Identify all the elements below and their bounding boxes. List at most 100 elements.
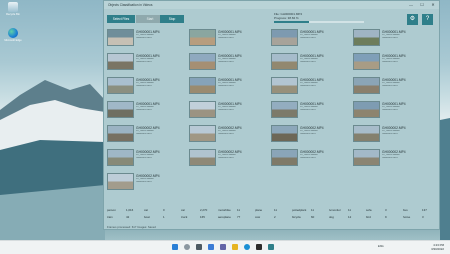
video-path-file: GH000001.MP4 — [382, 84, 398, 87]
taskbar-clock[interactable]: 4:23 PM 3/30/2022 — [431, 243, 444, 251]
stat-label: tvmonitor — [329, 208, 341, 212]
stat-value: 11 — [348, 208, 352, 212]
widgets-icon[interactable] — [208, 244, 214, 250]
video-item[interactable]: GH000001.MP4 D:\_GoPro videos\ GH000001.MP… — [353, 53, 433, 70]
gear-icon: ⚙ — [409, 16, 416, 22]
video-path-file: GH000002.MP4 — [382, 156, 398, 159]
close-button[interactable]: ✕ — [428, 2, 438, 8]
video-meta: GH000001.MP4 D:\_GoPro videos\ GH000001.MP… — [300, 78, 350, 88]
video-item[interactable]: GH000001.MP4 D:\_GoPro videos\ GH000001.MP… — [189, 77, 269, 94]
video-item[interactable]: GH000001.MP4 D:\_GoPro videos\ GH000001.MP… — [107, 77, 187, 94]
video-item[interactable]: GH000001.MP4 D:\_GoPro videos\ GH000001.MP… — [271, 77, 351, 94]
video-thumbnail — [189, 101, 216, 118]
app-taskbar-icon[interactable] — [268, 244, 274, 250]
object-counts-panel: person 1,016 cat 0 car 2,270 motorbike 11 plane 1… — [107, 208, 437, 224]
question-icon: ? — [425, 16, 430, 22]
video-thumbnail — [271, 77, 298, 94]
desktop-icon-recycle-bin[interactable]: Recycle Bin — [1, 2, 25, 16]
video-item[interactable]: GH000001.MP4 D:\_GoPro videos\ GH000001.MP… — [189, 29, 269, 46]
progress-bar — [274, 21, 364, 23]
stat-label: plane — [255, 208, 263, 212]
video-item[interactable]: GH000002.MP4 D:\_GoPro videos\ GH000002.MP… — [271, 125, 351, 142]
video-path-file: GH000002.MP4 — [382, 132, 398, 135]
video-meta: GH000001.MP4 D:\_GoPro videos\ GH000001.MP… — [218, 102, 268, 112]
video-item[interactable]: GH000001.MP4 D:\_GoPro videos\ GH000001.MP… — [353, 77, 433, 94]
video-item[interactable]: GH000002.MP4 D:\_GoPro videos\ GH000002.MP… — [189, 125, 269, 142]
video-path-file: GH000001.MP4 — [300, 108, 316, 111]
video-meta: GH000002.MP4 D:\_GoPro videos\ GH000002.MP… — [300, 150, 350, 160]
maximize-button[interactable]: ☐ — [417, 2, 427, 8]
stat-value: 60 — [311, 215, 315, 219]
video-path-file: GH000001.MP4 — [136, 108, 152, 111]
stat-value: 2 — [274, 215, 276, 219]
video-item[interactable]: GH000002.MP4 D:\_GoPro videos\ GH000002.MP… — [353, 125, 433, 142]
video-thumbnail — [353, 29, 380, 46]
video-meta: GH000001.MP4 D:\_GoPro videos\ GH000001.MP… — [382, 78, 432, 88]
video-path-file: GH000002.MP4 — [136, 132, 152, 135]
video-meta: GH000001.MP4 D:\_GoPro videos\ GH000001.MP… — [382, 102, 432, 112]
stat-label: bus — [403, 208, 408, 212]
app-window: Objects Classification in Videos — ☐ ✕ S… — [103, 0, 440, 230]
start-menu-icon[interactable] — [172, 244, 178, 250]
video-meta: GH000001.MP4 D:\_GoPro videos\ GH000001.MP… — [382, 30, 432, 40]
video-meta: GH000002.MP4 D:\_GoPro videos\ GH000002.MP… — [136, 150, 186, 160]
stat-value: 2,270 — [200, 208, 208, 212]
stat-label: cat — [144, 208, 148, 212]
video-path-file: GH000002.MP4 — [218, 132, 234, 135]
video-item[interactable]: GH000001.MP4 D:\_GoPro videos\ GH000001.MP… — [271, 101, 351, 118]
video-thumbnail — [189, 77, 216, 94]
video-item[interactable]: GH000002.MP4 D:\_GoPro videos\ GH000002.MP… — [353, 149, 433, 166]
stat-label: bird — [366, 215, 371, 219]
video-item[interactable]: GH000001.MP4 D:\_GoPro videos\ GH000001.MP… — [107, 53, 187, 70]
stat-label: aeroplane — [218, 215, 231, 219]
video-path-file: GH000001.MP4 — [300, 60, 316, 63]
video-item[interactable]: GH000002.MP4 D:\_GoPro videos\ GH000002.MP… — [189, 149, 269, 166]
video-thumbnail — [353, 77, 380, 94]
stat-label: person — [107, 208, 116, 212]
video-meta: GH000001.MP4 D:\_GoPro videos\ GH000001.MP… — [382, 54, 432, 64]
stop-button[interactable]: Stop — [160, 15, 184, 23]
video-item[interactable]: GH000001.MP4 D:\_GoPro videos\ GH000001.MP… — [189, 101, 269, 118]
stat-value: 3 — [385, 208, 387, 212]
video-path-file: GH000001.MP4 — [218, 108, 234, 111]
window-titlebar[interactable]: Objects Classification in Videos — ☐ ✕ — [104, 1, 439, 9]
video-item[interactable]: GH000001.MP4 D:\_GoPro videos\ GH000001.MP… — [271, 53, 351, 70]
video-meta: GH000001.MP4 D:\_GoPro videos\ GH000001.MP… — [300, 54, 350, 64]
video-thumbnail — [189, 29, 216, 46]
file-explorer-icon[interactable] — [232, 244, 238, 250]
video-item[interactable]: GH000001.MP4 D:\_GoPro videos\ GH000001.MP… — [189, 53, 269, 70]
video-path-file: GH000001.MP4 — [218, 60, 234, 63]
tray-language[interactable]: ENG — [378, 245, 384, 248]
video-path-file: GH000001.MP4 — [136, 60, 152, 63]
select-files-button[interactable]: Select Files — [107, 15, 135, 23]
video-item[interactable]: GH000001.MP4 D:\_GoPro videos\ GH000001.MP… — [107, 101, 187, 118]
settings-button[interactable]: ⚙ — [407, 14, 418, 25]
minimize-button[interactable]: — — [406, 2, 416, 8]
desktop-icon-edge[interactable]: Microsoft Edge — [1, 28, 25, 42]
stat-value: 1 — [163, 215, 165, 219]
stat-value: 42 — [126, 215, 130, 219]
video-item[interactable]: GH000001.MP4 D:\_GoPro videos\ GH000001.MP… — [271, 29, 351, 46]
stat-label: car — [181, 208, 186, 212]
video-item[interactable]: GH000002.MP4 D:\_GoPro videos\ GH000002.MP… — [107, 125, 187, 142]
help-button[interactable]: ? — [422, 14, 433, 25]
video-item[interactable]: GH000002.MP4 D:\_GoPro videos\ GH000002.MP… — [271, 149, 351, 166]
video-thumbnail — [353, 125, 380, 142]
chat-icon[interactable] — [220, 244, 226, 250]
video-thumbnail — [353, 149, 380, 166]
video-item[interactable]: GH000001.MP4 D:\_GoPro videos\ GH000001.MP… — [353, 29, 433, 46]
video-item[interactable]: GH000001.MP4 D:\_GoPro videos\ GH000001.MP… — [353, 101, 433, 118]
task-view-icon[interactable] — [196, 244, 202, 250]
video-thumbnail — [271, 101, 298, 118]
video-thumbnail — [107, 125, 134, 142]
video-meta: GH000002.MP4 D:\_GoPro videos\ GH000002.MP… — [136, 126, 186, 136]
store-icon[interactable] — [256, 244, 262, 250]
video-item[interactable]: GH000002.MP4 D:\_GoPro videos\ GH000002.MP… — [107, 149, 187, 166]
stat-value: 11 — [311, 208, 315, 212]
video-item[interactable]: GH000002.MP4 D:\_GoPro videos\ GH000002.MP… — [107, 173, 187, 190]
search-icon[interactable] — [184, 244, 190, 250]
video-item[interactable]: GH000001.MP4 D:\_GoPro videos\ GH000001.MP… — [107, 29, 187, 46]
video-thumbnail — [189, 149, 216, 166]
video-thumbnail — [107, 53, 134, 70]
edge-taskbar-icon[interactable] — [244, 244, 250, 250]
